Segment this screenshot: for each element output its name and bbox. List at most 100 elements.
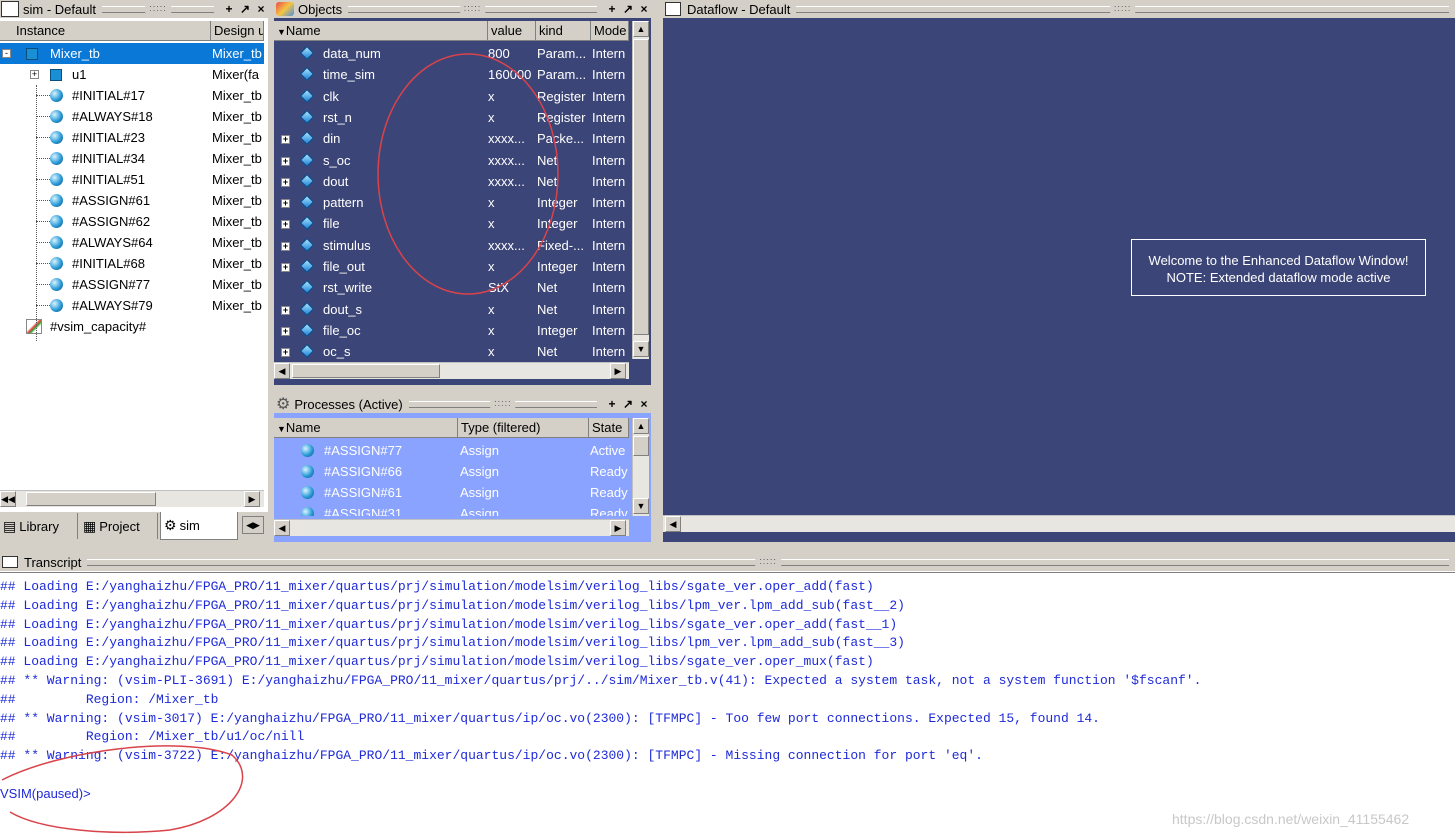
processes-vscroll[interactable]: ▲ ▼ bbox=[632, 418, 649, 516]
expand-icon[interactable]: + bbox=[281, 220, 290, 230]
expand-icon[interactable]: + bbox=[281, 326, 290, 336]
object-row[interactable]: + s_oc xxxx... Net Intern bbox=[274, 150, 629, 171]
object-row[interactable]: clk x Register Intern bbox=[274, 86, 629, 107]
scroll-left-icon[interactable]: ◀ bbox=[274, 363, 290, 379]
expand-icon[interactable]: + bbox=[281, 348, 290, 358]
tree-row[interactable]: + u1 Mixer(fa bbox=[0, 64, 264, 85]
scroll-down-icon[interactable]: ▼ bbox=[633, 341, 649, 357]
expand-icon[interactable]: + bbox=[281, 263, 290, 272]
col-mode[interactable]: Mode bbox=[591, 21, 629, 40]
objects-hscroll[interactable]: ◀ ▶ bbox=[274, 362, 629, 379]
expand-icon[interactable]: + bbox=[281, 135, 290, 145]
scroll-left-icon[interactable]: ◀ bbox=[274, 520, 290, 536]
col-design[interactable]: Design u bbox=[211, 21, 264, 40]
expand-icon[interactable]: + bbox=[281, 199, 290, 209]
objects-vscroll[interactable]: ▲ ▼ bbox=[632, 21, 649, 359]
collapse-icon[interactable]: - bbox=[2, 49, 11, 58]
scroll-thumb[interactable] bbox=[26, 492, 156, 506]
drag-grip[interactable]: ::::: bbox=[796, 2, 1449, 13]
add-icon[interactable]: + bbox=[605, 397, 619, 411]
dataflow-hscroll[interactable]: ◀ bbox=[663, 515, 1455, 532]
processes-titlebar[interactable]: ⚙ Processes (Active) ::::: + ↗ × bbox=[274, 395, 651, 413]
object-row[interactable]: + oc_s x Net Intern bbox=[274, 341, 629, 361]
object-row[interactable]: + file x Integer Intern bbox=[274, 213, 629, 234]
tree-row[interactable]: #ASSIGN#62 Mixer_tb bbox=[0, 211, 264, 232]
sim-hscroll[interactable]: ◀◀ ▶ bbox=[0, 490, 264, 507]
tree-row[interactable]: #ASSIGN#61 Mixer_tb bbox=[0, 190, 264, 211]
object-row[interactable]: + din xxxx... Packe... Intern bbox=[274, 128, 629, 149]
col-instance[interactable]: Instance bbox=[0, 21, 211, 40]
add-icon[interactable]: + bbox=[222, 2, 236, 16]
close-icon[interactable]: × bbox=[637, 2, 651, 16]
scroll-up-icon[interactable]: ▲ bbox=[633, 21, 649, 37]
transcript-panel: Transcript ::::: ## Loading E:/yanghaizh… bbox=[0, 553, 1455, 840]
object-row[interactable]: data_num 800 Param... Intern bbox=[274, 43, 629, 64]
scroll-right-icon[interactable]: ▶ bbox=[244, 491, 260, 507]
col-name[interactable]: ▼Name bbox=[274, 418, 458, 437]
tree-row[interactable]: #INITIAL#51 Mixer_tb bbox=[0, 169, 264, 190]
process-row[interactable]: #ASSIGN#31 Assign Ready bbox=[274, 503, 629, 516]
tree-row[interactable]: #INITIAL#23 Mixer_tb bbox=[0, 127, 264, 148]
col-kind[interactable]: kind bbox=[536, 21, 591, 40]
transcript-prompt[interactable]: VSIM(paused)> bbox=[0, 784, 91, 804]
tab-sim[interactable]: ⚙ sim bbox=[160, 512, 238, 540]
undock-icon[interactable]: ↗ bbox=[621, 2, 635, 16]
tree-row[interactable]: #ALWAYS#18 Mixer_tb bbox=[0, 106, 264, 127]
drag-grip[interactable]: ::::: bbox=[87, 555, 1449, 566]
tree-row[interactable]: #ASSIGN#77 Mixer_tb bbox=[0, 274, 264, 295]
expand-icon[interactable]: + bbox=[281, 241, 290, 251]
scroll-up-icon[interactable]: ▲ bbox=[633, 418, 649, 434]
drag-grip[interactable]: ::::: bbox=[408, 397, 597, 408]
process-row[interactable]: #ASSIGN#66 Assign Ready bbox=[274, 461, 629, 482]
process-row[interactable]: #ASSIGN#61 Assign Ready bbox=[274, 482, 629, 503]
expand-icon[interactable]: + bbox=[281, 177, 290, 187]
tree-row[interactable]: #INITIAL#17 Mixer_tb bbox=[0, 85, 264, 106]
undock-icon[interactable]: ↗ bbox=[621, 397, 635, 411]
close-icon[interactable]: × bbox=[254, 2, 268, 16]
col-type[interactable]: Type (filtered) bbox=[458, 418, 589, 437]
scroll-down-icon[interactable]: ▼ bbox=[633, 498, 649, 514]
scroll-right-icon[interactable]: ▶ bbox=[610, 363, 626, 379]
col-value[interactable]: value bbox=[488, 21, 536, 40]
scroll-right-icon[interactable]: ▶ bbox=[610, 520, 626, 536]
object-row[interactable]: rst_n x Register Intern bbox=[274, 107, 629, 128]
drag-grip[interactable]: ::::: bbox=[348, 2, 597, 13]
col-state[interactable]: State bbox=[589, 418, 629, 437]
tree-row[interactable]: - Mixer_tb Mixer_tb bbox=[0, 43, 264, 64]
object-row[interactable]: time_sim 160000 Param... Intern bbox=[274, 64, 629, 85]
tree-row[interactable]: #INITIAL#68 Mixer_tb bbox=[0, 253, 264, 274]
tree-row[interactable]: #ALWAYS#64 Mixer_tb bbox=[0, 232, 264, 253]
expand-icon[interactable]: + bbox=[281, 305, 290, 315]
object-row[interactable]: + file_oc x Integer Intern bbox=[274, 320, 629, 341]
tab-project[interactable]: ▦ Project bbox=[80, 513, 158, 539]
scroll-thumb[interactable] bbox=[292, 364, 440, 378]
scroll-left-icon[interactable]: ◀◀ bbox=[0, 491, 16, 507]
objects-titlebar[interactable]: Objects ::::: + ↗ × bbox=[274, 0, 651, 18]
col-name[interactable]: ▼Name bbox=[274, 21, 488, 40]
object-row[interactable]: + dout_s x Net Intern bbox=[274, 299, 629, 320]
object-row[interactable]: + dout xxxx... Net Intern bbox=[274, 171, 629, 192]
dataflow-titlebar[interactable]: Dataflow - Default ::::: bbox=[663, 0, 1455, 18]
drag-grip[interactable]: ::::: bbox=[101, 2, 214, 13]
scroll-thumb[interactable] bbox=[633, 39, 649, 335]
close-icon[interactable]: × bbox=[637, 397, 651, 411]
object-row[interactable]: rst_write StX Net Intern bbox=[274, 277, 629, 298]
undock-icon[interactable]: ↗ bbox=[238, 2, 252, 16]
expand-icon[interactable]: + bbox=[281, 156, 290, 166]
tree-row[interactable]: #vsim_capacity# bbox=[0, 316, 264, 337]
tab-scroll-icon[interactable]: ◀▶ bbox=[242, 516, 264, 534]
object-row[interactable]: + file_out x Integer Intern bbox=[274, 256, 629, 277]
sim-panel-titlebar[interactable]: sim - Default ::::: + ↗ × bbox=[0, 0, 268, 18]
expand-icon[interactable]: + bbox=[30, 70, 39, 79]
tree-row[interactable]: #ALWAYS#79 Mixer_tb bbox=[0, 295, 264, 316]
transcript-titlebar[interactable]: Transcript ::::: bbox=[0, 553, 1455, 571]
object-row[interactable]: + stimulus xxxx... Fixed-... Intern bbox=[274, 235, 629, 256]
tab-library[interactable]: ▤ Library bbox=[0, 513, 78, 539]
scroll-thumb[interactable] bbox=[633, 436, 649, 456]
object-row[interactable]: + pattern x Integer Intern bbox=[274, 192, 629, 213]
scroll-left-icon[interactable]: ◀ bbox=[665, 516, 681, 532]
add-icon[interactable]: + bbox=[605, 2, 619, 16]
tree-row[interactable]: #INITIAL#34 Mixer_tb bbox=[0, 148, 264, 169]
processes-hscroll[interactable]: ◀ ▶ bbox=[274, 519, 629, 536]
process-row[interactable]: #ASSIGN#77 Assign Active bbox=[274, 440, 629, 461]
